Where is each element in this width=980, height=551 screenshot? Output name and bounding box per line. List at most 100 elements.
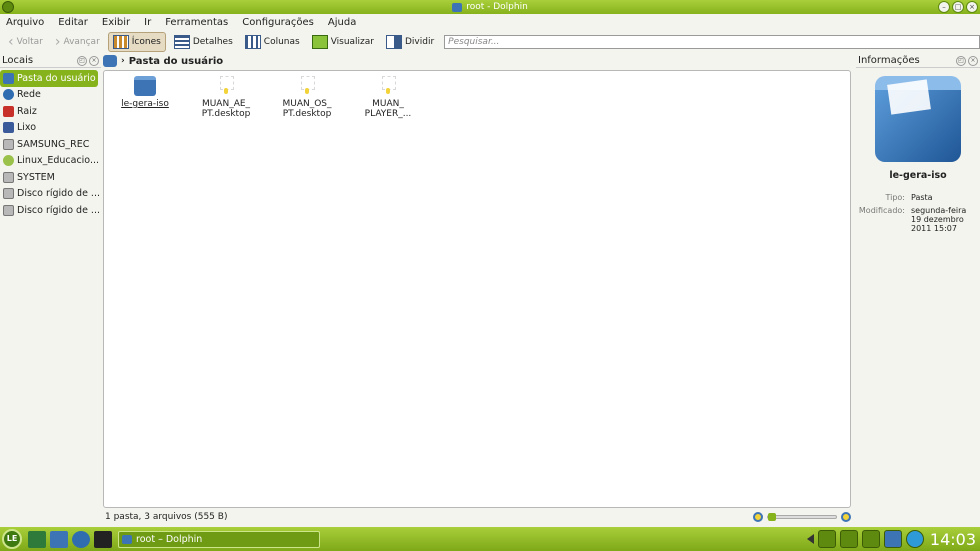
close-icon[interactable]: × xyxy=(968,55,978,66)
trash-icon xyxy=(3,122,14,134)
clock[interactable]: 14:03 xyxy=(928,530,980,549)
details-view-icon xyxy=(173,35,190,49)
file-manager-icon[interactable] xyxy=(50,530,68,548)
info-panel-header: Informações ◰ × xyxy=(856,54,980,68)
place-item-disk-2[interactable]: Disco rígido de ... xyxy=(0,202,101,219)
task-title: root – Dolphin xyxy=(136,533,203,545)
home-folder-icon xyxy=(3,72,14,84)
place-label: Raiz xyxy=(17,105,37,117)
zoom-in-icon[interactable] xyxy=(841,512,851,522)
device-notifier-icon[interactable] xyxy=(883,530,902,548)
place-label: SAMSUNG_REC xyxy=(17,138,90,150)
volume-icon[interactable] xyxy=(817,530,836,548)
desktop-icon[interactable] xyxy=(28,530,46,548)
place-item-system[interactable]: SYSTEM xyxy=(0,169,101,186)
breadcrumb-location[interactable]: Pasta do usuário xyxy=(129,56,223,67)
main-view: › Pasta do usuário le-gera-iso MUAN_AE_ … xyxy=(103,54,851,508)
window-menu-icon[interactable] xyxy=(2,1,14,13)
details-view-button[interactable]: Detalhes xyxy=(170,32,237,52)
system-tray: 14:03 xyxy=(806,530,980,549)
menu-editar[interactable]: Editar xyxy=(56,17,90,28)
preview-button[interactable]: Visualizar xyxy=(308,32,378,52)
panel-buttons: ◰ × xyxy=(956,55,978,66)
file-name: le-gera-iso xyxy=(121,99,169,109)
undock-icon[interactable]: ◰ xyxy=(77,55,87,66)
file-name: MUAN_ PLAYER_... xyxy=(364,99,412,119)
desktop-file-icon xyxy=(215,76,237,96)
place-label: Lixo xyxy=(17,122,37,134)
file-item-muan-player[interactable]: MUAN_ PLAYER_... xyxy=(348,76,428,119)
menu-arquivo[interactable]: Arquivo xyxy=(4,17,46,28)
file-item-muan-ae[interactable]: MUAN_AE_ PT.desktop xyxy=(186,76,266,119)
menu-exibir[interactable]: Exibir xyxy=(100,17,132,28)
split-button[interactable]: Dividir xyxy=(382,32,438,52)
info-modified-value: segunda-feira 19 dezembro 2011 15:07 xyxy=(911,206,967,233)
panel-buttons: ◰ × xyxy=(77,55,99,66)
network-icon xyxy=(3,89,14,101)
place-label: Disco rígido de ... xyxy=(17,188,100,200)
menu-ferramentas[interactable]: Ferramentas xyxy=(163,17,230,28)
hard-disk-icon xyxy=(3,188,14,200)
start-menu-button[interactable]: LE xyxy=(2,529,22,549)
back-button[interactable]: ‹ Voltar xyxy=(4,32,47,52)
menu-bar: Arquivo Editar Exibir Ir Ferramentas Con… xyxy=(0,14,980,30)
menu-ajuda[interactable]: Ajuda xyxy=(326,17,358,28)
minimize-button[interactable]: – xyxy=(938,1,950,13)
maximize-button[interactable]: □ xyxy=(952,1,964,13)
undock-icon[interactable]: ◰ xyxy=(956,55,966,66)
zoom-out-icon[interactable] xyxy=(753,512,763,522)
details-view-label: Detalhes xyxy=(192,37,233,47)
place-item-linux-educacional[interactable]: Linux_Educacio... xyxy=(0,153,101,170)
info-modified-row: Modificado: segunda-feira 19 dezembro 20… xyxy=(856,206,980,233)
columns-view-icon xyxy=(244,35,261,49)
place-item-trash[interactable]: Lixo xyxy=(0,120,101,137)
battery-icon[interactable] xyxy=(839,530,858,548)
dolphin-folder-icon xyxy=(122,534,132,544)
places-panel: Locais ◰ × Pasta do usuário Rede Raiz Li… xyxy=(0,54,101,526)
icons-view-button[interactable]: Ícones xyxy=(107,32,166,52)
forward-button[interactable]: › Avançar xyxy=(51,32,104,52)
place-item-disk-1[interactable]: Disco rígido de ... xyxy=(0,186,101,203)
info-metadata: Tipo: Pasta Modificado: segunda-feira 19… xyxy=(856,193,980,233)
task-dolphin[interactable]: root – Dolphin xyxy=(118,530,320,548)
icons-view-icon xyxy=(112,35,129,49)
browser-icon[interactable] xyxy=(72,530,90,548)
place-item-root[interactable]: Raiz xyxy=(0,103,101,120)
zoom-slider[interactable] xyxy=(767,513,837,521)
terminal-icon[interactable] xyxy=(94,530,112,548)
information-panel: Informações ◰ × le-gera-iso Tipo: Pasta … xyxy=(856,54,980,526)
info-file-name: le-gera-iso xyxy=(889,170,947,181)
tray-expand-icon[interactable] xyxy=(806,534,814,544)
file-item-muan-os[interactable]: MUAN_OS_ PT.desktop xyxy=(267,76,347,119)
place-label: Pasta do usuário xyxy=(17,72,96,84)
status-text: 1 pasta, 3 arquivos (555 B) xyxy=(105,512,228,522)
zoom-slider-handle[interactable] xyxy=(768,513,776,521)
status-bar: 1 pasta, 3 arquivos (555 B) xyxy=(103,510,851,524)
search-input[interactable]: Pesquisar... xyxy=(444,35,980,49)
close-icon[interactable]: × xyxy=(89,55,99,66)
menu-ir[interactable]: Ir xyxy=(142,17,153,28)
info-icon[interactable] xyxy=(861,530,880,548)
title-bar: root - Dolphin – □ × xyxy=(0,0,980,14)
place-label: Rede xyxy=(17,89,41,101)
info-type-label: Tipo: xyxy=(885,193,905,202)
columns-view-button[interactable]: Colunas xyxy=(241,32,304,52)
place-item-samsung-rec[interactable]: SAMSUNG_REC xyxy=(0,136,101,153)
place-item-network[interactable]: Rede xyxy=(0,87,101,104)
home-icon[interactable] xyxy=(103,55,117,67)
close-button[interactable]: × xyxy=(966,1,978,13)
split-label: Dividir xyxy=(405,37,435,47)
quick-launch xyxy=(28,530,112,548)
file-item-le-gera-iso[interactable]: le-gera-iso xyxy=(105,76,185,109)
zoom-control xyxy=(753,512,851,522)
dolphin-folder-icon xyxy=(452,2,463,12)
file-view[interactable]: le-gera-iso MUAN_AE_ PT.desktop MUAN_OS_… xyxy=(103,70,851,508)
folder-preview-icon xyxy=(875,76,961,162)
update-icon[interactable] xyxy=(905,530,924,548)
menu-configuracoes[interactable]: Configurações xyxy=(240,17,316,28)
info-panel-title: Informações xyxy=(858,55,920,66)
place-label: Linux_Educacio... xyxy=(17,155,100,167)
place-item-home[interactable]: Pasta do usuário xyxy=(0,70,98,87)
place-label: SYSTEM xyxy=(17,171,55,183)
breadcrumb: › Pasta do usuário xyxy=(103,54,851,68)
